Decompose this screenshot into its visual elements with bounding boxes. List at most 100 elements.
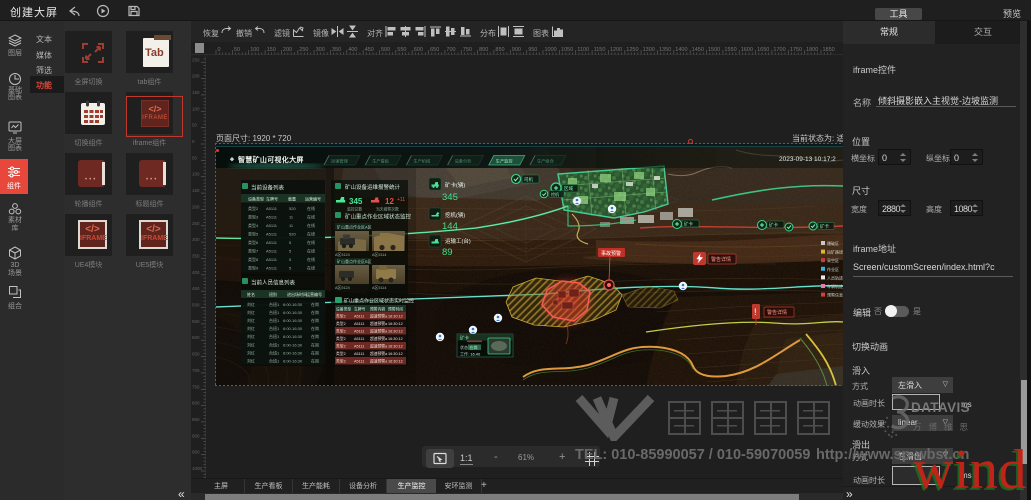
- svg-text:1750: 1750: [790, 47, 802, 53]
- svg-text:100: 100: [250, 47, 259, 53]
- svg-text:300: 300: [192, 237, 200, 242]
- svg-text:600: 600: [192, 335, 200, 340]
- svg-text:100: 100: [192, 106, 200, 111]
- svg-text:250: 250: [192, 221, 200, 226]
- svg-text:950: 950: [528, 47, 537, 53]
- svg-text:区域: 区域: [564, 185, 573, 191]
- svg-text:345: 345: [349, 197, 363, 206]
- svg-text:A5111: A5111: [266, 266, 278, 271]
- svg-text:挖机(辆): 挖机(辆): [445, 211, 465, 219]
- svg-text:类型3: 类型3: [248, 214, 259, 220]
- svg-text:台班1: 台班1: [269, 309, 280, 315]
- svg-text:1800: 1800: [806, 47, 818, 53]
- svg-text:运输工(台): 运输工(台): [445, 237, 471, 245]
- svg-text:1850: 1850: [823, 47, 835, 53]
- svg-text:类型2: 类型2: [336, 336, 346, 341]
- svg-text:班别: 班别: [269, 291, 277, 297]
- svg-text:矿卡: 矿卡: [820, 223, 829, 230]
- svg-text:台班1: 台班1: [269, 325, 280, 331]
- svg-text:500: 500: [381, 47, 390, 53]
- svg-text:16:30:12: 16:30:12: [388, 322, 403, 326]
- svg-text:850: 850: [192, 417, 200, 422]
- svg-text:1200: 1200: [610, 47, 622, 53]
- svg-text:作业区: 作业区: [827, 266, 839, 272]
- svg-text:144: 144: [442, 221, 458, 232]
- svg-text:A5111: A5111: [266, 215, 278, 220]
- svg-text:矿山重点作业区B区: 矿山重点作业区B区: [337, 258, 372, 264]
- svg-text:台班1: 台班1: [269, 301, 280, 307]
- svg-text:类型2: 类型2: [336, 359, 346, 364]
- svg-text:运营编号: 运营编号: [306, 291, 322, 297]
- svg-text:司机: 司机: [524, 176, 533, 183]
- svg-text:预警内容: 预警内容: [370, 307, 385, 312]
- svg-text:150: 150: [192, 188, 200, 193]
- svg-text:6:00-16:30: 6:00-16:30: [283, 350, 303, 355]
- svg-text:450: 450: [365, 47, 374, 53]
- svg-text:类型2: 类型2: [336, 351, 346, 356]
- svg-text:6:00-16:30: 6:00-16:30: [283, 359, 303, 364]
- svg-text:1300: 1300: [643, 47, 655, 53]
- svg-text:在线: 在线: [307, 205, 315, 211]
- svg-text:1150: 1150: [594, 47, 606, 53]
- svg-text:350: 350: [332, 47, 341, 53]
- svg-text:50: 50: [234, 47, 240, 53]
- svg-text:800: 800: [192, 401, 200, 406]
- svg-text:350: 350: [192, 253, 200, 258]
- svg-text:16:30:12: 16:30:12: [388, 345, 403, 349]
- svg-text:在岗: 在岗: [311, 325, 319, 331]
- svg-text:1350: 1350: [659, 47, 671, 53]
- svg-text:6:00-16:30: 6:00-16:30: [283, 318, 303, 323]
- svg-text:在岗: 在岗: [311, 333, 319, 339]
- svg-text:A5111: A5111: [354, 337, 364, 341]
- svg-text:刘红: 刘红: [247, 317, 255, 323]
- svg-text:!: !: [754, 307, 757, 317]
- svg-text:超速预警a: 超速预警a: [370, 351, 388, 356]
- svg-text:类型8: 类型8: [248, 256, 259, 262]
- svg-text:生产看板: 生产看板: [372, 158, 390, 165]
- svg-text:450: 450: [192, 286, 200, 291]
- svg-text:A5111: A5111: [266, 232, 278, 237]
- svg-text:运营编号: 运营编号: [305, 196, 321, 202]
- svg-text:900: 900: [192, 433, 200, 438]
- svg-text:0: 0: [218, 47, 221, 53]
- svg-text:1600: 1600: [741, 47, 753, 53]
- svg-text:16:30:12: 16:30:12: [388, 315, 403, 319]
- svg-text:设备类型: 设备类型: [248, 196, 264, 202]
- svg-text:16:30:12: 16:30:12: [388, 352, 403, 356]
- svg-text:车牌号: 车牌号: [266, 196, 278, 202]
- svg-text:爆破区: 爆破区: [827, 240, 839, 246]
- svg-text:16:30:12: 16:30:12: [388, 360, 403, 364]
- svg-text:进出场时间: 进出场时间: [287, 291, 307, 297]
- svg-text:1000: 1000: [545, 47, 557, 53]
- svg-text:状态: 状态: [460, 344, 468, 350]
- svg-text:类型2: 类型2: [336, 329, 346, 334]
- svg-text:刘红: 刘红: [247, 333, 255, 339]
- svg-text:刘红: 刘红: [247, 301, 255, 307]
- svg-text:类型7: 类型7: [248, 248, 259, 254]
- svg-text:人员轨迹: 人员轨迹: [827, 274, 843, 280]
- svg-text:台班1: 台班1: [269, 317, 280, 323]
- svg-text:750: 750: [463, 47, 472, 53]
- svg-text:刘红: 刘红: [247, 358, 255, 364]
- svg-text:类型6: 类型6: [248, 239, 259, 245]
- svg-text:刘红: 刘红: [247, 349, 255, 355]
- svg-text:550: 550: [192, 319, 200, 324]
- svg-text:警告详情: 警告详情: [767, 309, 787, 316]
- svg-text:12: 12: [385, 197, 394, 206]
- svg-text:类型9: 类型9: [248, 265, 259, 271]
- svg-text:A区5124: A区5124: [335, 253, 350, 257]
- svg-text:车辆轨迹: 车辆轨迹: [827, 283, 843, 289]
- svg-text:600: 600: [414, 47, 423, 53]
- svg-text:A区5114: A区5114: [372, 286, 387, 290]
- svg-text:类型2: 类型2: [336, 344, 346, 349]
- svg-text:650: 650: [430, 47, 439, 53]
- svg-text:在岗: 在岗: [311, 358, 319, 364]
- svg-text:1400: 1400: [675, 47, 687, 53]
- svg-text:在线: 在线: [307, 214, 315, 220]
- svg-text:400: 400: [192, 270, 200, 275]
- svg-text:超速预警a: 超速预警a: [370, 329, 388, 334]
- svg-text:900: 900: [512, 47, 521, 53]
- svg-text:1450: 1450: [692, 47, 704, 53]
- svg-text:超速预警a: 超速预警a: [370, 359, 388, 364]
- svg-text:A区5114: A区5114: [372, 253, 387, 257]
